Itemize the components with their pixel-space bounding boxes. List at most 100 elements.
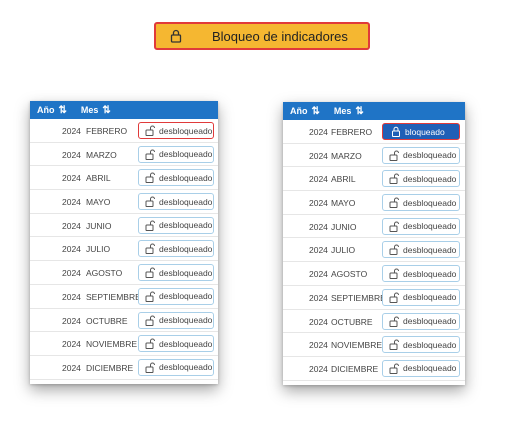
bloqueado-toggle-button[interactable]: bloqueado — [382, 123, 460, 140]
status-label: bloqueado — [405, 126, 445, 137]
right-table-panel: Año ⇅ Mes ⇅ 2024 FEBRERO bloqueado 2024 MARZO d… — [283, 102, 465, 385]
desbloqueado-toggle-button[interactable]: desbloqueado — [138, 169, 214, 187]
table-body: 2024 FEBRERO bloqueado 2024 MARZO desbloquead… — [283, 120, 465, 381]
status-label: desbloqueado — [403, 363, 457, 374]
month-cell: DICIEMBRE — [331, 363, 379, 374]
desbloqueado-toggle-button[interactable]: desbloqueado — [382, 359, 460, 377]
status-label: desbloqueado — [159, 291, 213, 302]
month-cell: FEBRERO — [86, 126, 128, 136]
desbloqueado-toggle-button[interactable]: desbloqueado — [382, 241, 460, 259]
year-cell: 2024 — [62, 197, 81, 208]
desbloqueado-toggle-button[interactable]: desbloqueado — [138, 264, 214, 282]
status-label: desbloqueado — [403, 339, 457, 350]
table-row: 2024 OCTUBRE desbloqueado — [283, 310, 465, 334]
table-row: 2024 JULIO desbloqueado — [283, 238, 465, 263]
month-cell: MARZO — [331, 150, 362, 161]
table-row: 2024 JULIO desbloqueado — [30, 237, 218, 262]
year-cell: 2024 — [309, 221, 328, 232]
unlock-icon — [389, 316, 399, 327]
table-row: 2024 DICIEMBRE desbloqueado — [30, 356, 218, 380]
unlock-icon — [145, 220, 155, 231]
status-label: desbloqueado — [159, 172, 213, 183]
desbloqueado-toggle-button[interactable]: desbloqueado — [382, 336, 460, 354]
sort-icon: ⇅ — [58, 104, 67, 116]
status-label: desbloqueado — [403, 197, 457, 208]
unlock-icon — [145, 125, 155, 136]
lock-icon — [170, 29, 182, 46]
lock-icon — [391, 126, 401, 137]
desbloqueado-toggle-button[interactable]: desbloqueado — [138, 335, 214, 353]
month-cell: OCTUBRE — [331, 316, 373, 327]
unlock-icon — [389, 292, 399, 303]
desbloqueado-toggle-button[interactable]: desbloqueado — [382, 146, 460, 164]
unlock-icon — [389, 339, 399, 351]
month-cell: OCTUBRE — [86, 315, 128, 326]
table-header: Año ⇅ Mes ⇅ — [30, 101, 218, 119]
table-header: Año ⇅ Mes ⇅ — [283, 102, 465, 120]
unlock-icon — [145, 267, 155, 279]
year-cell: 2024 — [62, 339, 81, 350]
month-cell: JUNIO — [86, 220, 112, 231]
desbloqueado-toggle-button[interactable]: desbloqueado — [382, 170, 460, 188]
table-row: 2024 MARZO desbloqueado — [283, 144, 465, 168]
desbloqueado-toggle-button[interactable]: desbloqueado — [138, 193, 214, 211]
year-cell: 2024 — [309, 198, 328, 209]
status-label: desbloqueado — [159, 338, 213, 349]
table-row: 2024 ABRIL desbloqueado — [283, 167, 465, 192]
month-header-label: Mes — [80, 105, 99, 115]
month-header-label: Mes — [333, 106, 352, 116]
desbloqueado-toggle-button[interactable]: desbloqueado — [138, 145, 214, 163]
status-label: desbloqueado — [403, 221, 457, 232]
bloqueo-indicadores-label: Bloqueo de indicadores — [212, 29, 348, 44]
unlock-icon — [145, 172, 155, 184]
status-label: desbloqueado — [159, 125, 213, 136]
table-row: 2024 JUNIO desbloqueado — [283, 215, 465, 239]
year-cell: 2024 — [62, 173, 81, 184]
sort-icon: ⇅ — [355, 105, 364, 117]
table-row: 2024 MARZO desbloqueado — [30, 143, 218, 167]
month-cell: AGOSTO — [86, 268, 123, 279]
month-cell: DICIEMBRE — [86, 362, 134, 373]
month-cell: JULIO — [331, 245, 356, 256]
desbloqueado-toggle-button[interactable]: desbloqueado — [382, 194, 460, 212]
status-label: desbloqueado — [403, 292, 457, 303]
desbloqueado-toggle-button[interactable]: desbloqueado — [138, 358, 214, 376]
desbloqueado-toggle-button[interactable]: desbloqueado — [138, 240, 214, 258]
desbloqueado-toggle-button[interactable]: desbloqueado — [138, 311, 214, 329]
status-label: desbloqueado — [403, 268, 457, 279]
table-row: 2024 FEBRERO desbloqueado — [30, 119, 218, 143]
year-cell: 2024 — [309, 340, 328, 351]
month-cell: NOVIEMBRE — [86, 339, 138, 350]
desbloqueado-toggle-button[interactable]: desbloqueado — [138, 216, 214, 234]
unlock-icon — [389, 173, 399, 185]
month-cell: MAYO — [331, 198, 356, 209]
table-row: 2024 AGOSTO desbloqueado — [283, 262, 465, 286]
unlock-icon — [145, 243, 155, 255]
bloqueo-indicadores-button[interactable]: Bloqueo de indicadores — [154, 22, 370, 50]
status-label: desbloqueado — [159, 362, 213, 373]
status-label: desbloqueado — [403, 173, 457, 184]
month-column-header[interactable]: Mes ⇅ — [334, 106, 364, 117]
desbloqueado-toggle-button[interactable]: desbloqueado — [138, 122, 214, 139]
status-label: desbloqueado — [403, 316, 457, 326]
desbloqueado-toggle-button[interactable]: desbloqueado — [382, 288, 460, 306]
table-row: 2024 OCTUBRE desbloqueado — [30, 309, 218, 333]
year-column-header[interactable]: Año ⇅ — [37, 105, 67, 116]
year-cell: 2024 — [62, 291, 81, 302]
left-table-panel: Año ⇅ Mes ⇅ 2024 FEBRERO desbloqueado 2024 MAR… — [30, 101, 218, 384]
year-column-header[interactable]: Año ⇅ — [290, 106, 320, 117]
desbloqueado-toggle-button[interactable]: desbloqueado — [138, 287, 214, 305]
month-cell: ABRIL — [331, 174, 356, 185]
year-cell: 2024 — [309, 316, 328, 327]
desbloqueado-toggle-button[interactable]: desbloqueado — [382, 312, 460, 330]
table-row: 2024 FEBRERO bloqueado — [283, 120, 465, 144]
table-row: 2024 MAYO desbloqueado — [283, 191, 465, 215]
year-cell: 2024 — [309, 150, 328, 161]
year-cell: 2024 — [62, 315, 81, 326]
desbloqueado-toggle-button[interactable]: desbloqueado — [382, 217, 460, 235]
month-column-header[interactable]: Mes ⇅ — [81, 105, 111, 116]
year-cell: 2024 — [62, 362, 81, 373]
month-cell: NOVIEMBRE — [331, 340, 383, 351]
status-label: desbloqueado — [159, 196, 213, 207]
desbloqueado-toggle-button[interactable]: desbloqueado — [382, 265, 460, 283]
